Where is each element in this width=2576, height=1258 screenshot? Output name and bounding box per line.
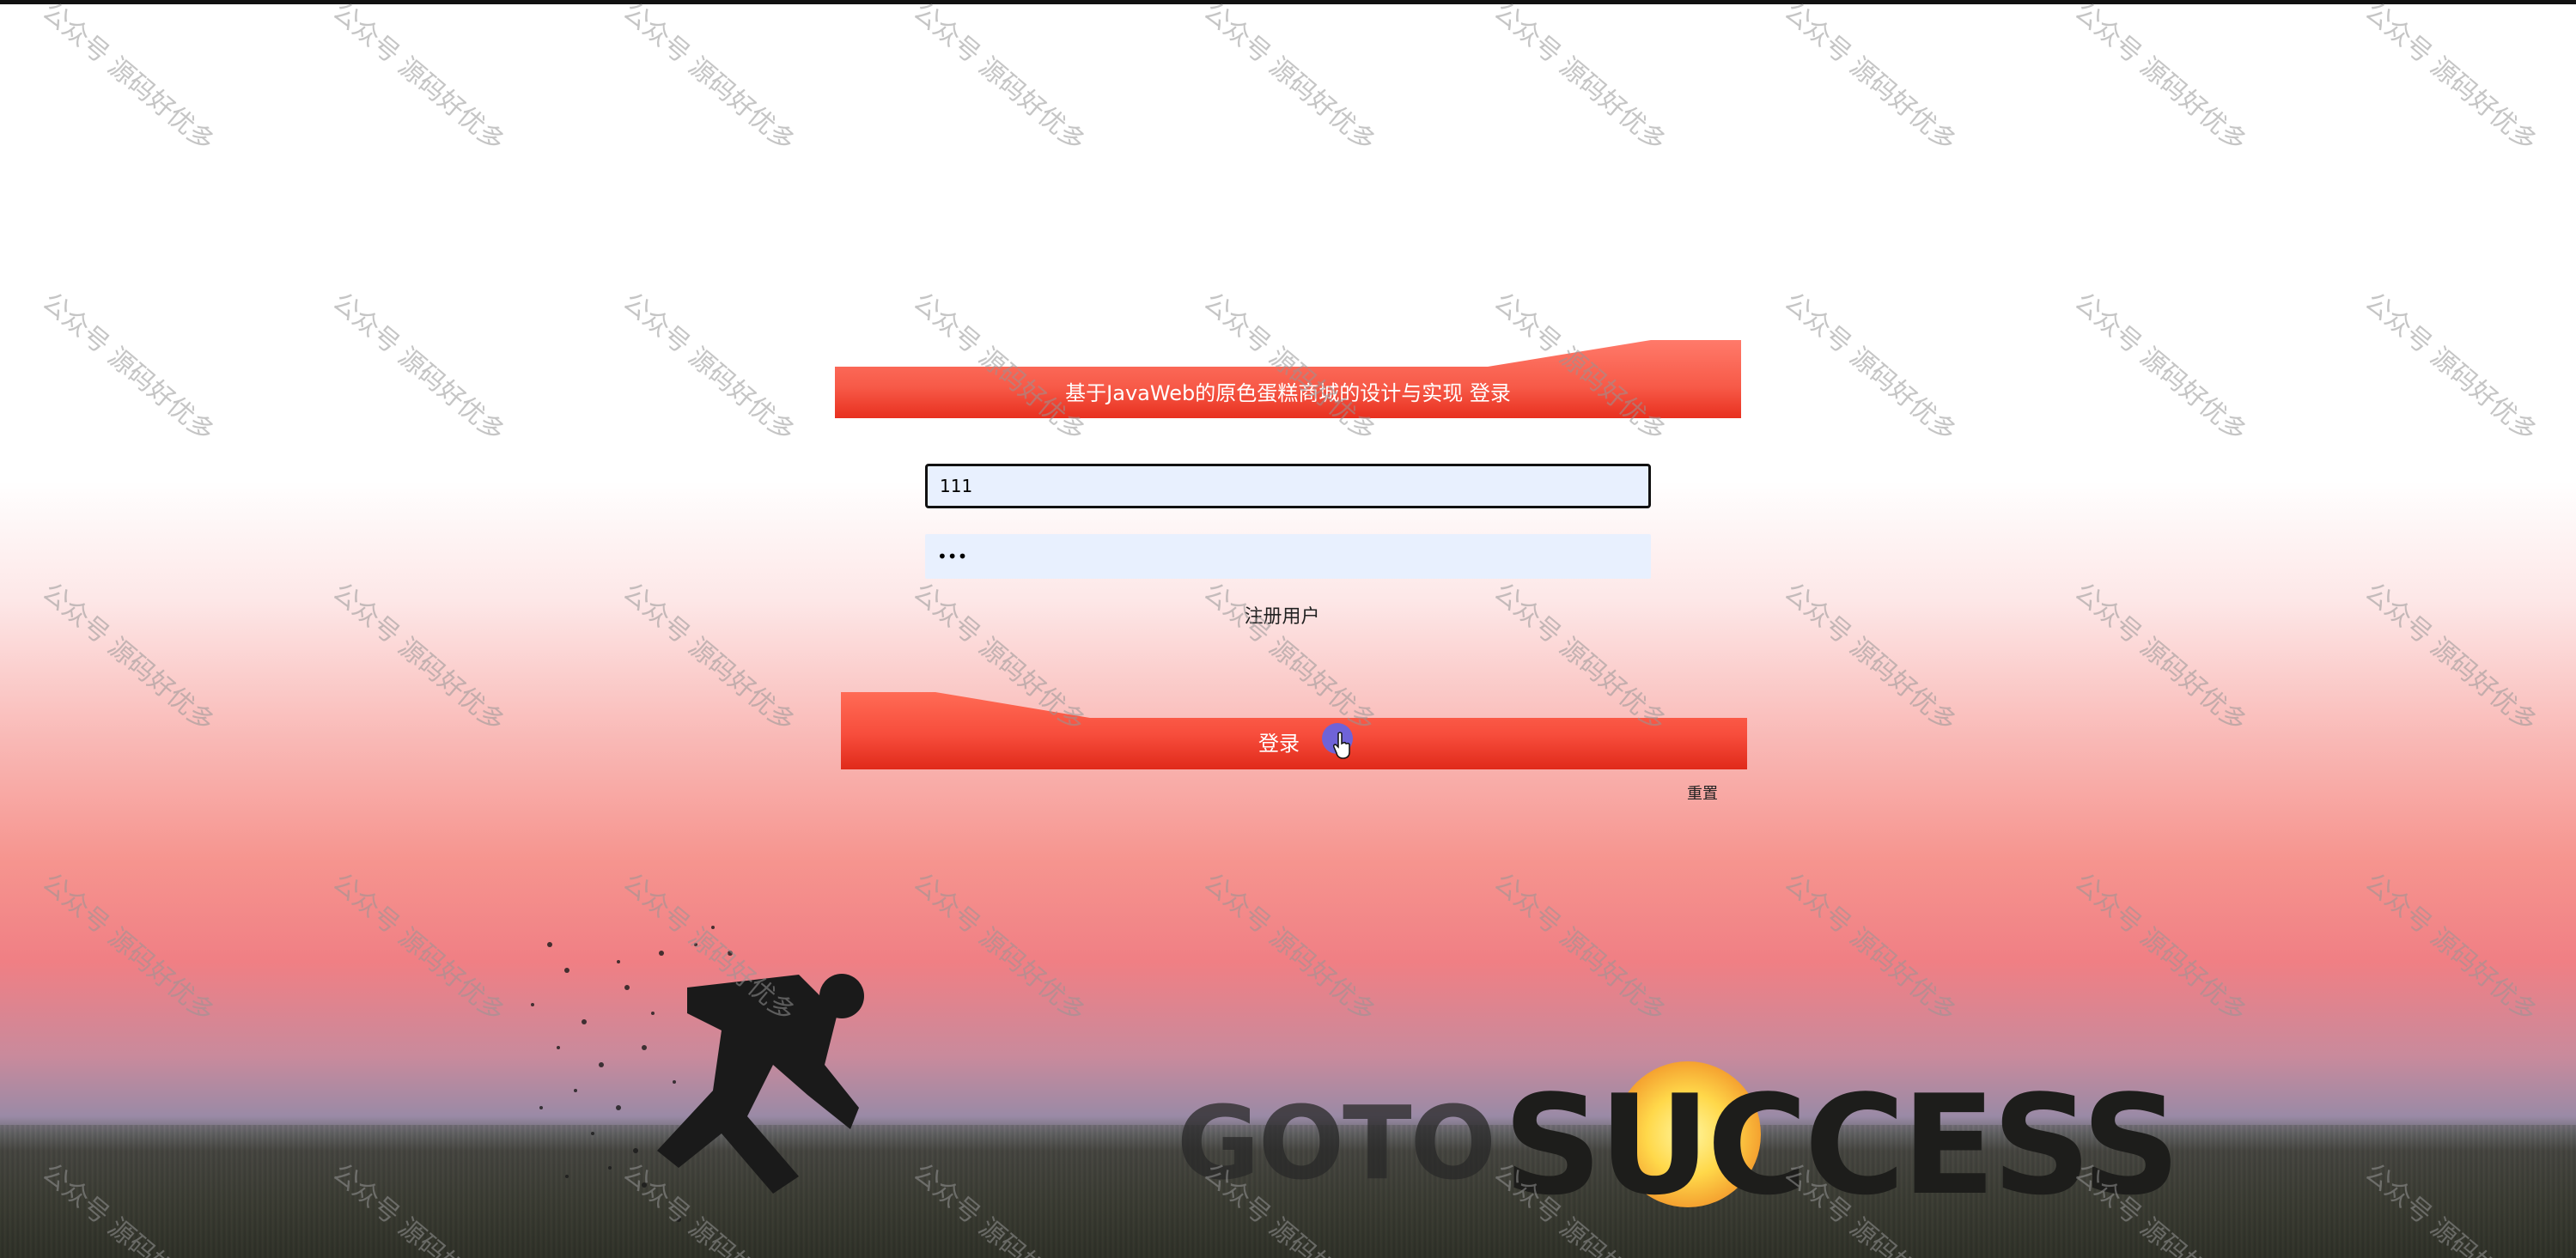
watermark-text: 公众号 源码好优多 bbox=[617, 577, 801, 738]
hand-pointer-icon bbox=[1333, 732, 1350, 759]
reset-link[interactable]: 重置 bbox=[1677, 781, 1728, 804]
top-border bbox=[0, 0, 2576, 4]
runner-silhouette-image bbox=[531, 926, 864, 1222]
watermark-text: 公众号 源码好优多 bbox=[1488, 867, 1672, 1029]
watermark-text: 公众号 源码好优多 bbox=[1778, 867, 1963, 1029]
username-input[interactable] bbox=[925, 464, 1651, 508]
login-button[interactable]: 登录 bbox=[841, 690, 1747, 769]
watermark-text: 公众号 源码好优多 bbox=[907, 867, 1092, 1029]
header-banner: 基于JavaWeb的原色蛋糕商城的设计与实现 登录 bbox=[835, 338, 1741, 418]
login-button-label: 登录 bbox=[1258, 732, 1300, 756]
watermark-text: 公众号 源码好优多 bbox=[326, 287, 511, 448]
poster-goto-text: GOTO bbox=[1177, 1084, 1496, 1202]
watermark-text: 公众号 源码好优多 bbox=[36, 577, 221, 738]
watermark-text: 公众号 源码好优多 bbox=[2359, 0, 2543, 158]
login-page: GOTO SUCCESS 基于JavaWeb的原色蛋糕商城的设计与实现 登录 注… bbox=[0, 0, 2576, 1258]
watermark-text: 公众号 源码好优多 bbox=[326, 577, 511, 738]
watermark-text: 公众号 源码好优多 bbox=[617, 0, 801, 158]
watermark-text: 公众号 源码好优多 bbox=[2068, 287, 2253, 448]
watermark-text: 公众号 源码好优多 bbox=[2359, 867, 2543, 1029]
watermark-text: 公众号 源码好优多 bbox=[1778, 577, 1963, 738]
watermark-text: 公众号 源码好优多 bbox=[1197, 0, 1382, 158]
watermark-text: 公众号 源码好优多 bbox=[326, 867, 511, 1029]
watermark-text: 公众号 源码好优多 bbox=[2359, 577, 2543, 738]
watermark-text: 公众号 源码好优多 bbox=[2068, 577, 2253, 738]
watermark-text: 公众号 源码好优多 bbox=[1778, 287, 1963, 448]
watermark-text: 公众号 源码好优多 bbox=[2068, 867, 2253, 1029]
password-input[interactable] bbox=[925, 534, 1651, 579]
register-link[interactable]: 注册用户 bbox=[1203, 601, 1361, 629]
watermark-layer: 公众号 源码好优多 公众号 源码好优多 公众号 源码好优多 公众号 源码好优多 公众号 … bbox=[0, 0, 2576, 1258]
watermark-text: 公众号 源码好优多 bbox=[1197, 867, 1382, 1029]
watermark-text: 公众号 源码好优多 bbox=[2068, 0, 2253, 158]
poster-success-text: SUCCESS bbox=[1503, 1065, 2181, 1225]
watermark-text: 公众号 源码好优多 bbox=[36, 0, 221, 158]
watermark-text: 公众号 源码好优多 bbox=[326, 0, 511, 158]
page-title: 基于JavaWeb的原色蛋糕商城的设计与实现 登录 bbox=[1065, 381, 1511, 405]
watermark-text: 公众号 源码好优多 bbox=[1778, 0, 1963, 158]
watermark-text: 公众号 源码好优多 bbox=[617, 287, 801, 448]
watermark-text: 公众号 源码好优多 bbox=[1488, 0, 1672, 158]
watermark-text: 公众号 源码好优多 bbox=[36, 867, 221, 1029]
watermark-text: 公众号 源码好优多 bbox=[2359, 287, 2543, 448]
watermark-text: 公众号 源码好优多 bbox=[907, 0, 1092, 158]
watermark-text: 公众号 源码好优多 bbox=[36, 287, 221, 448]
